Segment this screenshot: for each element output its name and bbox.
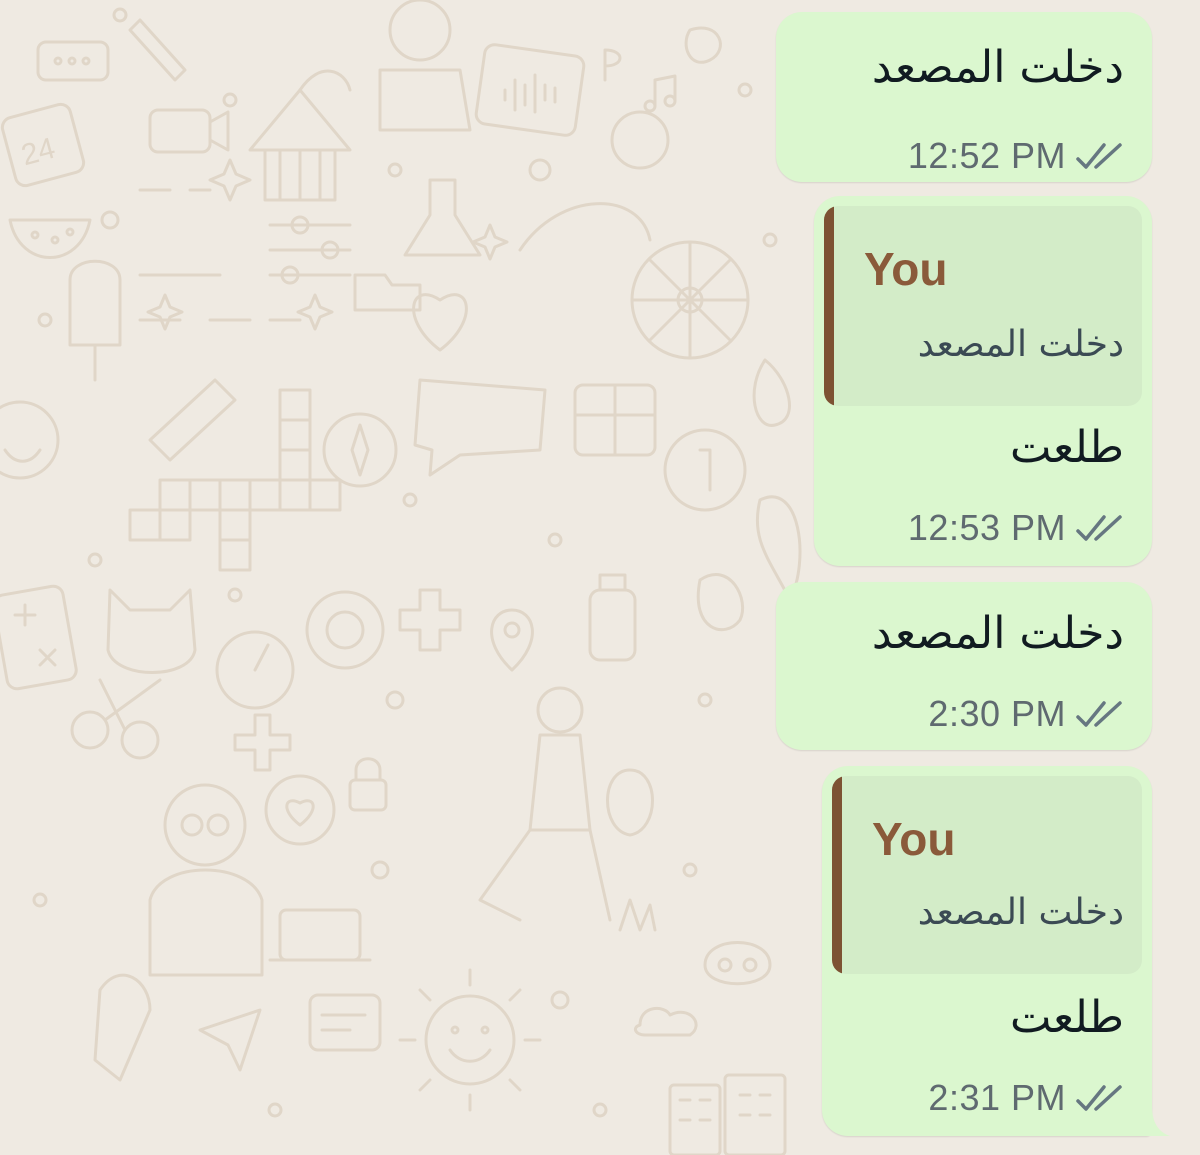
quote-accent-bar: [824, 206, 834, 406]
quote-text: دخلت المصعد: [917, 892, 1124, 933]
quoted-message[interactable]: You دخلت المصعد: [832, 776, 1142, 974]
quote-text: دخلت المصعد: [917, 324, 1124, 365]
message-bubble-reply[interactable]: You دخلت المصعد طلعت 2:31 PM: [822, 766, 1152, 1136]
message-text: طلعت: [1009, 992, 1124, 1043]
double-check-icon: [1076, 1085, 1122, 1111]
message-bubble[interactable]: دخلت المصعد 12:52 PM: [776, 12, 1152, 182]
double-check-icon: [1076, 143, 1122, 169]
quote-author: You: [864, 243, 948, 295]
message-time: 2:30 PM: [928, 693, 1066, 734]
message-bubble-reply[interactable]: You دخلت المصعد طلعت 12:53 PM: [814, 196, 1152, 566]
message-bubble[interactable]: دخلت المصعد 2:30 PM: [776, 582, 1152, 750]
message-text: دخلت المصعد: [871, 608, 1124, 659]
message-time: 2:31 PM: [928, 1077, 1066, 1118]
message-text: طلعت: [1009, 422, 1124, 473]
message-time: 12:53 PM: [907, 507, 1066, 548]
chat-conversation: دخلت المصعد 12:52 PM You دخلت المصعد طلع…: [0, 0, 1200, 1155]
message-meta: 2:30 PM: [928, 693, 1124, 734]
message-text: دخلت المصعد: [871, 42, 1124, 93]
quote-accent-bar: [832, 776, 842, 974]
quoted-message[interactable]: You دخلت المصعد: [824, 206, 1142, 406]
message-meta: 2:31 PM: [928, 1077, 1124, 1118]
message-meta: 12:52 PM: [907, 135, 1124, 176]
bubble-tail-icon: [1146, 1106, 1170, 1136]
quote-author: You: [872, 813, 956, 865]
double-check-icon: [1076, 701, 1122, 727]
message-meta: 12:53 PM: [907, 507, 1124, 548]
message-time: 12:52 PM: [907, 135, 1066, 176]
double-check-icon: [1076, 515, 1122, 541]
